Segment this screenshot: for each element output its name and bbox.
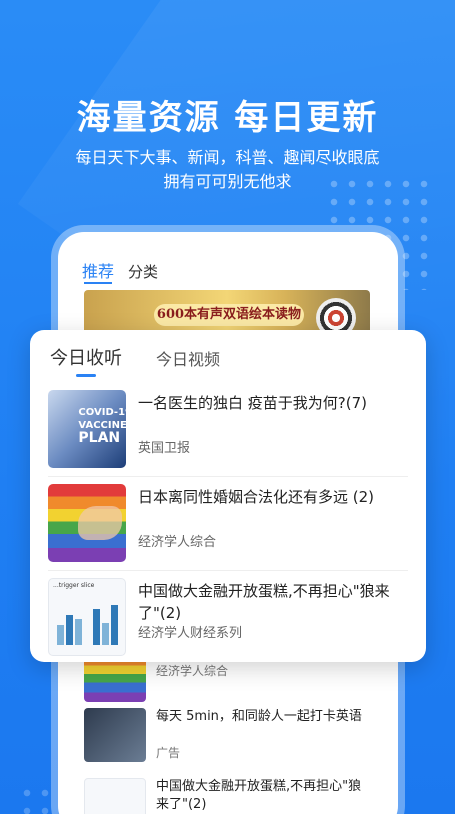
hero-subtitle-line2: 拥有可可别无他求 [163, 172, 292, 191]
phone-banner-text: 600本有声双语绘本读物 [154, 304, 304, 326]
item-source: 经济学人综合 [138, 535, 217, 550]
vaccine-thumbnail: COVID-19 VACCINE PLAN [48, 390, 126, 468]
phone-list-item[interactable]: 每天 5min，和同龄人一起打卡英语 广告 [84, 702, 374, 774]
phone-item-title: 中国做大金融开放蛋糕,不再担心"狼来了"(2) [156, 779, 362, 812]
card-tab-bar: 今日收听 今日视频 [50, 344, 220, 370]
hero-subtitle-line1: 每日天下大事、新闻，科普、趣闻尽收眼底 [75, 148, 380, 167]
chart-thumbnail [84, 778, 146, 814]
item-source: 英国卫报 [138, 441, 191, 456]
phone-item-source: 经济学人综合 [156, 664, 229, 678]
list-item[interactable]: ...trigger slice 中国做大金融开放蛋糕,不再担心"狼来了"(2)… [48, 570, 408, 662]
tab-today-video[interactable]: 今日视频 [156, 344, 220, 370]
phone-list-item[interactable]: 中国做大金融开放蛋糕,不再担心"狼来了"(2) [84, 772, 374, 814]
vaccine-thumbnail-text: COVID-19 VACCINE PLAN [78, 407, 126, 446]
tab-today-listen[interactable]: 今日收听 [50, 344, 122, 370]
pride-flag-thumbnail [48, 484, 126, 562]
phone-tab-category[interactable]: 分类 [128, 261, 158, 282]
hero-title: 海量资源 每日更新 [76, 98, 379, 138]
item-title: 日本离同性婚姻合法化还有多远 (2) [138, 488, 375, 506]
item-source: 经济学人财经系列 [138, 626, 243, 641]
phone-tab-recommend[interactable]: 推荐 [82, 258, 114, 282]
chart-thumbnail: ...trigger slice [48, 578, 126, 656]
phone-item-title: 每天 5min，和同龄人一起打卡英语 [156, 709, 362, 724]
phone-item-source: 广告 [156, 746, 181, 760]
card-tab-indicator [76, 374, 96, 377]
ad-thumbnail [84, 708, 146, 762]
item-title: 一名医生的独白 疫苗于我为何?(7) [138, 394, 367, 412]
chart-thumbnail-label: ...trigger slice [53, 582, 95, 589]
item-title: 中国做大金融开放蛋糕,不再担心"狼来了"(2) [138, 582, 390, 622]
phone-tab-bar: 推荐 分类 [82, 258, 158, 282]
list-item[interactable]: 日本离同性婚姻合法化还有多远 (2) 经济学人综合 [48, 476, 408, 571]
daily-content-card: 今日收听 今日视频 COVID-19 VACCINE PLAN 一名医生的独白 … [30, 330, 426, 662]
phone-tab-indicator [84, 282, 112, 284]
hands-image [78, 506, 122, 540]
list-item[interactable]: COVID-19 VACCINE PLAN 一名医生的独白 疫苗于我为何?(7)… [48, 382, 408, 477]
